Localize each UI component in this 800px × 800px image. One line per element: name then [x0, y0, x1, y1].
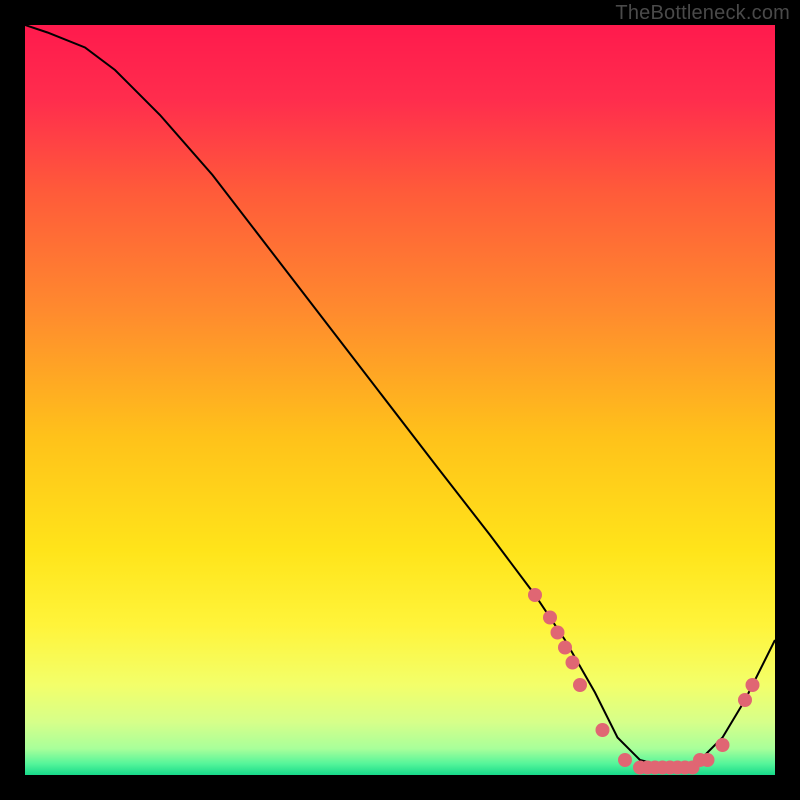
highlight-dot	[573, 678, 587, 692]
highlight-dot	[746, 678, 760, 692]
highlight-dot	[701, 753, 715, 767]
highlight-dot	[528, 588, 542, 602]
highlight-dot	[566, 656, 580, 670]
highlight-dot	[558, 641, 572, 655]
plot-area	[25, 25, 775, 775]
watermark-text: TheBottleneck.com	[615, 2, 790, 25]
chart-stage: TheBottleneck.com	[0, 0, 800, 800]
highlight-dot	[618, 753, 632, 767]
chart-background	[25, 25, 775, 775]
chart-svg	[25, 25, 775, 775]
highlight-dot	[596, 723, 610, 737]
highlight-dot	[551, 626, 565, 640]
highlight-dot	[738, 693, 752, 707]
highlight-dot	[716, 738, 730, 752]
highlight-dot	[543, 611, 557, 625]
